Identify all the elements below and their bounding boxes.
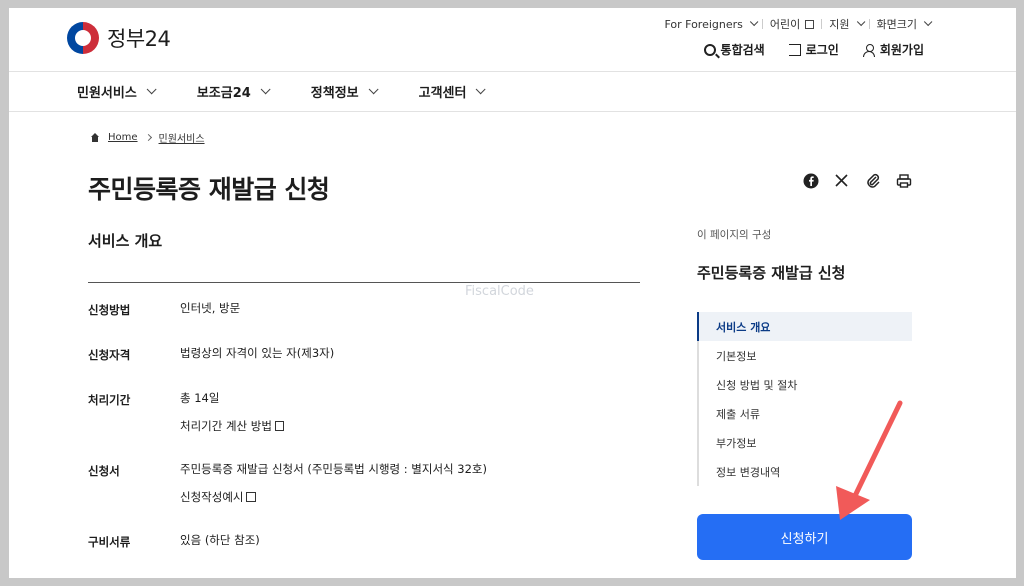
external-link-icon — [805, 19, 815, 29]
screen-size-menu[interactable]: 화면크기 — [870, 16, 936, 32]
chevron-right-icon — [144, 133, 152, 142]
gnb-subsidy24[interactable]: 보조금24 — [197, 72, 289, 111]
gnb-civil-services[interactable]: 민원서비스 — [77, 72, 175, 111]
processing-period-link[interactable]: 처리기간 계산 방법 — [180, 418, 640, 434]
toc-label: 이 페이지의 구성 — [697, 229, 772, 241]
gnb-customer-center[interactable]: 고객센터 — [419, 72, 505, 111]
toc-item-documents[interactable]: 제출 서류 — [699, 399, 912, 428]
global-nav: 민원서비스 보조금24 정책정보 고객센터 — [9, 72, 1016, 112]
toc-list: 서비스 개요 기본정보 신청 방법 및 절차 제출 서류 부가정보 정보 변경내… — [697, 312, 912, 486]
page-title: 주민등록증 재발급 신청 — [88, 175, 330, 204]
info-row: 구비서류 있음 (하단 참조) — [88, 532, 640, 550]
breadcrumb-home[interactable]: Home — [108, 132, 138, 143]
info-label: 구비서류 — [88, 535, 131, 550]
breadcrumb-current[interactable]: 민원서비스 — [159, 130, 205, 145]
chevron-down-icon — [146, 84, 157, 95]
login-button[interactable]: 로그인 — [788, 41, 839, 58]
info-label: 신청방법 — [88, 303, 131, 317]
for-foreigners-link[interactable]: For Foreigners — [657, 18, 761, 31]
share-toolbar — [802, 172, 912, 189]
page-toc: 이 페이지의 구성 주민등록증 재발급 신청 서비스 개요 기본정보 신청 방법… — [697, 227, 912, 486]
paperclip-icon[interactable] — [864, 172, 881, 189]
info-value: 주민등록증 재발급 신청서 (주민등록법 시행령 : 별지서식 32호) — [180, 462, 487, 477]
browser-frame: 정부24 For Foreigners 어린이 지원 화면크기 통합검색 로그인… — [9, 8, 1016, 578]
chevron-down-icon — [368, 84, 379, 95]
chevron-down-icon — [749, 17, 759, 27]
info-label: 신청서 — [88, 464, 120, 479]
toc-item-procedure[interactable]: 신청 방법 및 절차 — [699, 370, 912, 399]
kids-link[interactable]: 어린이 — [763, 16, 821, 32]
info-row: 신청자격 법령상의 자격이 있는 자(제3자) — [88, 345, 640, 363]
info-value: 인터넷, 방문 — [180, 301, 241, 315]
home-icon — [90, 133, 100, 142]
info-value: 총 14일 — [180, 391, 220, 405]
chevron-down-icon — [476, 84, 487, 95]
logo-text: 정부24 — [107, 27, 171, 51]
section-title: 서비스 개요 — [88, 232, 163, 250]
toc-title: 주민등록증 재발급 신청 — [697, 264, 846, 282]
toc-item-overview[interactable]: 서비스 개요 — [697, 312, 912, 341]
info-row: 신청방법 인터넷, 방문 — [88, 300, 640, 318]
user-add-icon — [862, 43, 875, 57]
taegeuk-logo-icon — [67, 22, 99, 54]
service-info-list: 신청방법 인터넷, 방문 신청자격 법령상의 자격이 있는 자(제3자) 처리기… — [88, 300, 640, 577]
watermark: FiscalCode — [465, 284, 534, 299]
top-header: 정부24 For Foreigners 어린이 지원 화면크기 통합검색 로그인… — [9, 8, 1016, 72]
chevron-down-icon — [260, 84, 271, 95]
search-button[interactable]: 통합검색 — [703, 41, 765, 58]
print-icon[interactable] — [895, 172, 912, 189]
signup-button[interactable]: 회원가입 — [862, 41, 924, 58]
search-icon — [703, 43, 716, 56]
chevron-down-icon — [856, 17, 865, 27]
x-icon[interactable] — [833, 172, 850, 189]
info-row: 신청서 주민등록증 재발급 신청서 (주민등록법 시행령 : 별지서식 32호)… — [88, 461, 640, 505]
divider — [88, 282, 640, 283]
gnb-policy-info[interactable]: 정책정보 — [311, 72, 397, 111]
external-link-icon — [246, 492, 257, 503]
utility-nav: For Foreigners 어린이 지원 화면크기 — [657, 16, 936, 32]
info-label: 처리기간 — [88, 393, 131, 407]
form-example-link[interactable]: 신청작성예시 — [180, 489, 640, 505]
header-actions: 통합검색 로그인 회원가입 — [703, 41, 924, 58]
chevron-down-icon — [923, 17, 933, 27]
info-label: 신청자격 — [88, 348, 131, 362]
facebook-icon[interactable] — [802, 172, 819, 189]
toc-item-basic-info[interactable]: 기본정보 — [699, 341, 912, 370]
info-row: 처리기간 총 14일 처리기간 계산 방법 — [88, 390, 640, 434]
login-icon — [788, 43, 801, 56]
copy-icon — [274, 421, 284, 432]
info-value: 법령상의 자격이 있는 자(제3자) — [180, 346, 335, 360]
toc-item-change-history[interactable]: 정보 변경내역 — [699, 457, 912, 486]
apply-button[interactable]: 신청하기 — [697, 514, 912, 560]
breadcrumb: Home 민원서비스 — [90, 130, 205, 145]
support-menu[interactable]: 지원 — [822, 16, 868, 32]
info-value: 있음 (하단 참조) — [180, 533, 260, 548]
logo[interactable]: 정부24 — [67, 22, 171, 54]
toc-item-additional-info[interactable]: 부가정보 — [699, 428, 912, 457]
